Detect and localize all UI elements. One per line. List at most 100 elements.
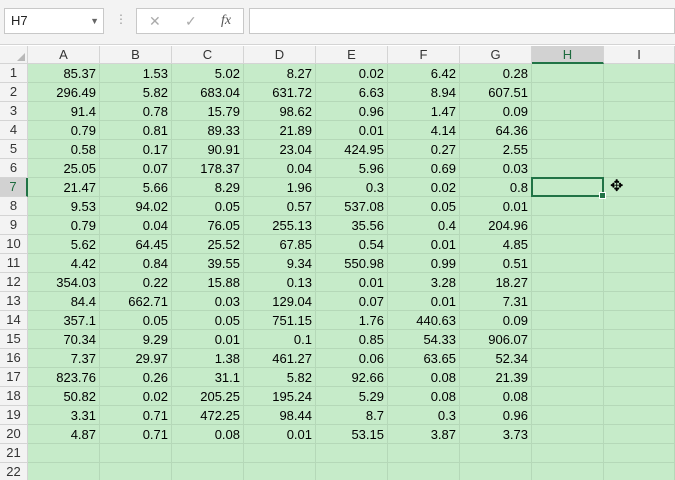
cell-c7[interactable]: 8.29 bbox=[172, 178, 244, 197]
cell-e6[interactable]: 5.96 bbox=[316, 159, 388, 178]
cell-c1[interactable]: 5.02 bbox=[172, 64, 244, 83]
cell-h9[interactable] bbox=[532, 216, 604, 235]
cell-d3[interactable]: 98.62 bbox=[244, 102, 316, 121]
cell-f19[interactable]: 0.3 bbox=[388, 406, 460, 425]
cell-d15[interactable]: 0.1 bbox=[244, 330, 316, 349]
cell-d12[interactable]: 0.13 bbox=[244, 273, 316, 292]
cell-d6[interactable]: 0.04 bbox=[244, 159, 316, 178]
cell-c6[interactable]: 178.37 bbox=[172, 159, 244, 178]
cell-b20[interactable]: 0.71 bbox=[100, 425, 172, 444]
cell-a10[interactable]: 5.62 bbox=[28, 235, 100, 254]
column-header-i[interactable]: I bbox=[604, 46, 675, 64]
cell-h21[interactable] bbox=[532, 444, 604, 463]
cell-d20[interactable]: 0.01 bbox=[244, 425, 316, 444]
cell-e21[interactable] bbox=[316, 444, 388, 463]
cell-g12[interactable]: 18.27 bbox=[460, 273, 532, 292]
cell-e19[interactable]: 8.7 bbox=[316, 406, 388, 425]
cell-e15[interactable]: 0.85 bbox=[316, 330, 388, 349]
cell-b16[interactable]: 29.97 bbox=[100, 349, 172, 368]
cell-f6[interactable]: 0.69 bbox=[388, 159, 460, 178]
row-header-2[interactable]: 2 bbox=[0, 83, 28, 102]
column-header-g[interactable]: G bbox=[460, 46, 532, 64]
cell-g3[interactable]: 0.09 bbox=[460, 102, 532, 121]
cell-e17[interactable]: 92.66 bbox=[316, 368, 388, 387]
cell-c12[interactable]: 15.88 bbox=[172, 273, 244, 292]
cell-area[interactable]: 85.37 1.53 5.02 8.27 0.02 6.42 0.28 296.49 5.82 6… bbox=[28, 64, 675, 480]
cell-h8[interactable] bbox=[532, 197, 604, 216]
cell-i3[interactable] bbox=[604, 102, 675, 121]
cell-f16[interactable]: 63.65 bbox=[388, 349, 460, 368]
cell-h11[interactable] bbox=[532, 254, 604, 273]
cell-e13[interactable]: 0.07 bbox=[316, 292, 388, 311]
cell-h16[interactable] bbox=[532, 349, 604, 368]
row-header-19[interactable]: 19 bbox=[0, 406, 28, 425]
cell-a3[interactable]: 91.4 bbox=[28, 102, 100, 121]
cell-g5[interactable]: 2.55 bbox=[460, 140, 532, 159]
cell-a12[interactable]: 354.03 bbox=[28, 273, 100, 292]
cell-e3[interactable]: 0.96 bbox=[316, 102, 388, 121]
cell-e5[interactable]: 424.95 bbox=[316, 140, 388, 159]
cell-a7[interactable]: 21.47 bbox=[28, 178, 100, 197]
cell-a8[interactable]: 9.53 bbox=[28, 197, 100, 216]
cell-i6[interactable] bbox=[604, 159, 675, 178]
row-header-6[interactable]: 6 bbox=[0, 159, 28, 178]
cell-c20[interactable]: 0.08 bbox=[172, 425, 244, 444]
cell-e22[interactable] bbox=[316, 463, 388, 480]
cell-i2[interactable] bbox=[604, 83, 675, 102]
cell-b18[interactable]: 0.02 bbox=[100, 387, 172, 406]
cell-e4[interactable]: 0.01 bbox=[316, 121, 388, 140]
cell-g22[interactable] bbox=[460, 463, 532, 480]
cell-d17[interactable]: 5.82 bbox=[244, 368, 316, 387]
cell-f9[interactable]: 0.4 bbox=[388, 216, 460, 235]
cell-e11[interactable]: 550.98 bbox=[316, 254, 388, 273]
cell-h15[interactable] bbox=[532, 330, 604, 349]
cell-c19[interactable]: 472.25 bbox=[172, 406, 244, 425]
cell-a2[interactable]: 296.49 bbox=[28, 83, 100, 102]
cell-b17[interactable]: 0.26 bbox=[100, 368, 172, 387]
cell-a11[interactable]: 4.42 bbox=[28, 254, 100, 273]
cell-a5[interactable]: 0.58 bbox=[28, 140, 100, 159]
cell-i9[interactable] bbox=[604, 216, 675, 235]
cell-h4[interactable] bbox=[532, 121, 604, 140]
cell-i21[interactable] bbox=[604, 444, 675, 463]
cell-f22[interactable] bbox=[388, 463, 460, 480]
row-header-1[interactable]: 1 bbox=[0, 64, 28, 83]
row-header-12[interactable]: 12 bbox=[0, 273, 28, 292]
cell-i1[interactable] bbox=[604, 64, 675, 83]
cell-f20[interactable]: 3.87 bbox=[388, 425, 460, 444]
row-header-22[interactable]: 22 bbox=[0, 463, 28, 480]
cell-f14[interactable]: 440.63 bbox=[388, 311, 460, 330]
cell-i15[interactable] bbox=[604, 330, 675, 349]
row-header-14[interactable]: 14 bbox=[0, 311, 28, 330]
cell-i10[interactable] bbox=[604, 235, 675, 254]
cell-b15[interactable]: 9.29 bbox=[100, 330, 172, 349]
cell-i19[interactable] bbox=[604, 406, 675, 425]
cell-d4[interactable]: 21.89 bbox=[244, 121, 316, 140]
cell-c18[interactable]: 205.25 bbox=[172, 387, 244, 406]
column-header-a[interactable]: A bbox=[28, 46, 100, 64]
cell-b7[interactable]: 5.66 bbox=[100, 178, 172, 197]
cell-a18[interactable]: 50.82 bbox=[28, 387, 100, 406]
cell-g16[interactable]: 52.34 bbox=[460, 349, 532, 368]
cell-h14[interactable] bbox=[532, 311, 604, 330]
cell-e9[interactable]: 35.56 bbox=[316, 216, 388, 235]
enter-icon[interactable]: ✓ bbox=[185, 13, 197, 30]
column-header-d[interactable]: D bbox=[244, 46, 316, 64]
row-header-20[interactable]: 20 bbox=[0, 425, 28, 444]
cell-g1[interactable]: 0.28 bbox=[460, 64, 532, 83]
cell-i16[interactable] bbox=[604, 349, 675, 368]
cell-i4[interactable] bbox=[604, 121, 675, 140]
cell-h19[interactable] bbox=[532, 406, 604, 425]
drag-handle-icon[interactable]: ⋮ bbox=[115, 12, 127, 26]
cell-e16[interactable]: 0.06 bbox=[316, 349, 388, 368]
cell-e8[interactable]: 537.08 bbox=[316, 197, 388, 216]
select-all-button[interactable] bbox=[0, 46, 28, 64]
row-header-7[interactable]: 7 bbox=[0, 178, 28, 197]
cell-b13[interactable]: 662.71 bbox=[100, 292, 172, 311]
row-header-15[interactable]: 15 bbox=[0, 330, 28, 349]
cell-c17[interactable]: 31.1 bbox=[172, 368, 244, 387]
cell-e18[interactable]: 5.29 bbox=[316, 387, 388, 406]
cell-h2[interactable] bbox=[532, 83, 604, 102]
cell-b22[interactable] bbox=[100, 463, 172, 480]
formula-bar-input[interactable] bbox=[249, 8, 675, 34]
